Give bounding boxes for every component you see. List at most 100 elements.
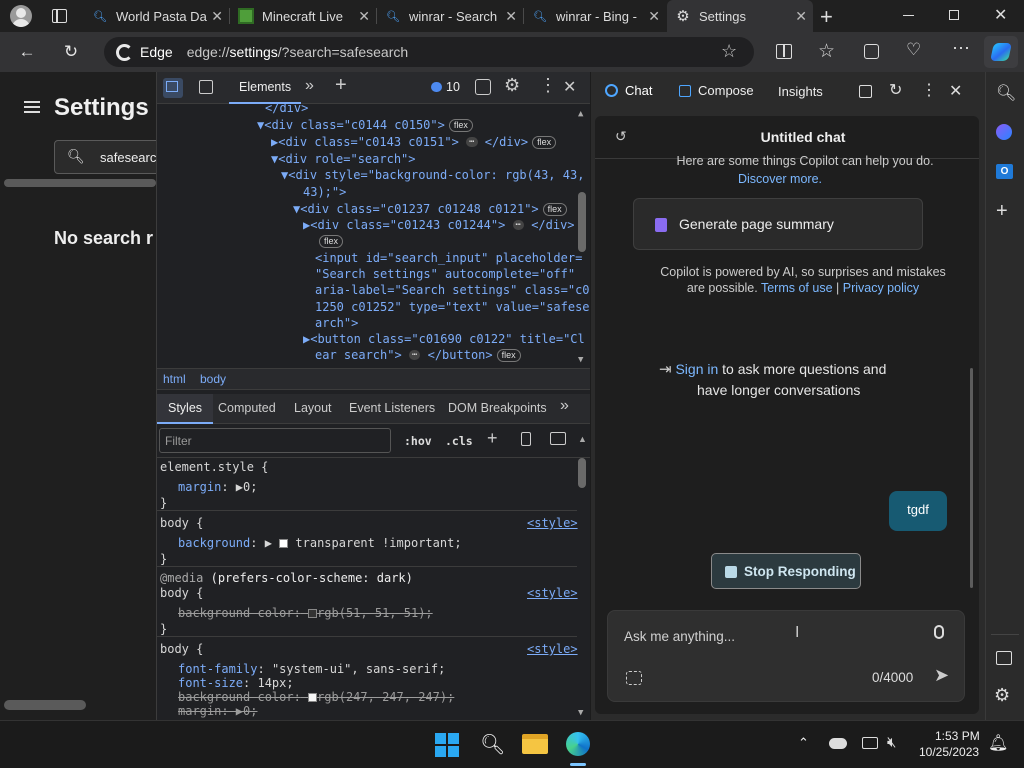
site-identity-chip[interactable]: Edge	[116, 43, 173, 61]
flex-badge[interactable]: flex	[532, 136, 557, 149]
style-source-link[interactable]: <style>	[527, 516, 578, 530]
devtools-tab-elements[interactable]: Elements	[229, 72, 302, 104]
more-tabs-icon[interactable]: »	[305, 77, 314, 95]
styles-filter-input[interactable]: Filter	[159, 428, 391, 453]
display-icon[interactable]	[862, 737, 878, 749]
overridden-declaration[interactable]: margin: ▶0;	[178, 704, 257, 718]
volume-mute-icon[interactable]: 🔇︎	[887, 734, 896, 751]
collapsed-ellipsis[interactable]: ⋯	[408, 350, 421, 360]
breadcrumb-html[interactable]: html	[163, 372, 186, 386]
style-source-link[interactable]: <style>	[527, 586, 578, 600]
devtools-more-icon[interactable]: ⋮	[539, 75, 557, 96]
dom-node-line[interactable]: ▼<div class="c01237 c01248 c0121"> flex	[293, 201, 567, 217]
privacy-link[interactable]: Privacy policy	[843, 281, 919, 295]
hov-button[interactable]: :hov	[404, 434, 432, 448]
subtab-dom-breakpoints[interactable]: DOM Breakpoints	[448, 401, 547, 415]
terms-link[interactable]: Terms of use	[761, 281, 833, 295]
devtools-settings-icon[interactable]: ⚙	[504, 75, 520, 96]
style-declaration[interactable]: margin: ▶0;	[178, 480, 258, 494]
paint-brush-icon[interactable]	[521, 432, 531, 446]
favorite-star-icon[interactable]: ☆	[721, 41, 737, 62]
subtab-event-listeners[interactable]: Event Listeners	[349, 401, 435, 415]
close-tab-icon[interactable]: ✕	[648, 8, 660, 25]
stop-responding-button[interactable]: Stop Responding	[711, 553, 861, 589]
send-icon[interactable]: ➤	[934, 665, 949, 686]
style-declaration[interactable]: font-family: "system-ui", sans-serif;	[178, 662, 445, 676]
more-subtabs-icon[interactable]: »	[560, 397, 569, 415]
new-tab-icon[interactable]: +	[820, 4, 833, 30]
clock-date[interactable]: 10/25/2023	[919, 745, 979, 759]
performance-icon[interactable]: ♡	[906, 40, 921, 60]
discover-more-link[interactable]: Discover more.	[595, 172, 965, 186]
dom-node-line[interactable]: 43);">	[303, 184, 346, 200]
dom-node-line[interactable]: arch">	[315, 315, 358, 331]
close-tab-icon[interactable]: ✕	[795, 8, 807, 25]
dom-node-line[interactable]: </div>	[265, 104, 308, 116]
tab-world-pasta[interactable]: 🔍︎ World Pasta Da ✕	[84, 0, 229, 32]
collapsed-ellipsis[interactable]: ⋯	[512, 220, 524, 230]
copilot-tab-compose[interactable]: Compose	[679, 83, 754, 98]
close-tab-icon[interactable]: ✕	[505, 8, 517, 25]
scroll-up-icon[interactable]: ▲	[578, 434, 587, 444]
generate-summary-button[interactable]: Generate page summary	[633, 198, 923, 250]
close-tab-icon[interactable]: ✕	[211, 8, 223, 25]
tab-minecraft-live[interactable]: Minecraft Live ✕	[230, 0, 376, 32]
tab-winrar-search[interactable]: 🔍︎ winrar - Search ✕	[377, 0, 523, 32]
copilot-tab-insights[interactable]: Insights	[778, 84, 823, 99]
close-tab-icon[interactable]: ✕	[358, 8, 370, 25]
dom-node-line[interactable]: ▼<div role="search">	[271, 151, 416, 167]
close-copilot-icon[interactable]: ✕	[949, 81, 962, 101]
sidebar-search-icon[interactable]: 🔍︎	[996, 83, 1016, 103]
subtab-computed[interactable]: Computed	[218, 401, 276, 415]
sidebar-outlook-icon[interactable]: O	[996, 164, 1013, 179]
elements-tree[interactable]: </div> ▼<div class="c0144 c0150"> flex ▶<di…	[157, 104, 590, 368]
sidebar-copilot-icon[interactable]	[996, 124, 1012, 140]
collections-icon[interactable]	[864, 44, 879, 59]
overridden-declaration[interactable]: background-color: rgb(247, 247, 247);	[178, 690, 454, 704]
onedrive-icon[interactable]	[829, 738, 847, 749]
styles-scrollbar[interactable]	[578, 458, 586, 488]
scrollbar-horizontal[interactable]	[4, 179, 156, 187]
file-explorer-icon[interactable]	[522, 734, 548, 754]
style-declaration[interactable]: background: ▶ transparent !important;	[178, 536, 462, 550]
signin-link[interactable]: Sign in	[675, 361, 718, 377]
sidebar-settings-icon[interactable]: ⚙	[994, 685, 1010, 706]
dom-node-line[interactable]: ▼<div class="c0144 c0150"> flex	[257, 117, 473, 133]
collapsed-ellipsis[interactable]: ⋯	[466, 137, 478, 147]
styles-pane[interactable]: element.style { margin: ▶0; } body { <st…	[157, 458, 590, 720]
scrollbar-horizontal-bottom[interactable]	[4, 700, 86, 710]
split-screen-icon[interactable]	[776, 44, 792, 59]
style-declaration[interactable]: font-size: 14px;	[178, 676, 294, 690]
taskbar-search-icon[interactable]: 🔍︎	[480, 732, 505, 757]
chat-scrollbar[interactable]	[970, 368, 973, 588]
device-toolbar-icon[interactable]	[199, 80, 213, 94]
screenshot-icon[interactable]	[626, 671, 642, 685]
sidebar-add-icon[interactable]: +	[996, 200, 1008, 223]
dom-node-line[interactable]: ▶<div class="c01243 c01244"> ⋯ </div>	[303, 217, 575, 233]
show-hidden-icons[interactable]: ⌃	[798, 735, 809, 751]
dom-node-line[interactable]: "Search settings" autocomplete="off"	[315, 266, 575, 282]
hamburger-menu-icon[interactable]	[24, 101, 40, 113]
tab-winrar-bing[interactable]: 🔍︎ winrar - Bing - ✕	[524, 0, 666, 32]
dom-node-line[interactable]: ▼<div style="background-color: rgb(43, 4…	[281, 167, 584, 183]
copilot-button[interactable]	[984, 36, 1018, 68]
tab-actions-icon[interactable]	[52, 9, 67, 23]
overridden-declaration[interactable]: background-color: rgb(51, 51, 51);	[178, 606, 433, 620]
more-menu-icon[interactable]: ⋯	[952, 38, 970, 59]
inspect-element-icon[interactable]	[163, 78, 183, 98]
back-icon[interactable]: ←	[14, 40, 40, 64]
dom-node-line[interactable]: flex	[315, 233, 344, 249]
scroll-up-icon[interactable]: ▲	[578, 106, 583, 122]
subtab-layout[interactable]: Layout	[294, 401, 332, 415]
new-style-rule-icon[interactable]: +	[487, 428, 498, 449]
subtab-styles[interactable]: Styles	[157, 394, 214, 424]
hide-sidebar-icon[interactable]	[996, 651, 1012, 665]
restore-icon[interactable]	[949, 10, 959, 20]
dom-node-line[interactable]: 1250 c01252" type="text" value="safese	[315, 299, 590, 315]
open-in-tab-icon[interactable]	[859, 85, 872, 98]
microphone-icon[interactable]	[934, 625, 944, 639]
tab-settings[interactable]: ⚙ Settings ✕	[667, 0, 813, 32]
dom-node-line[interactable]: ▶<button class="c01690 c0122" title="Cl	[303, 331, 585, 347]
issues-badge[interactable]: 10	[431, 80, 460, 94]
minimize-icon[interactable]	[903, 15, 914, 16]
